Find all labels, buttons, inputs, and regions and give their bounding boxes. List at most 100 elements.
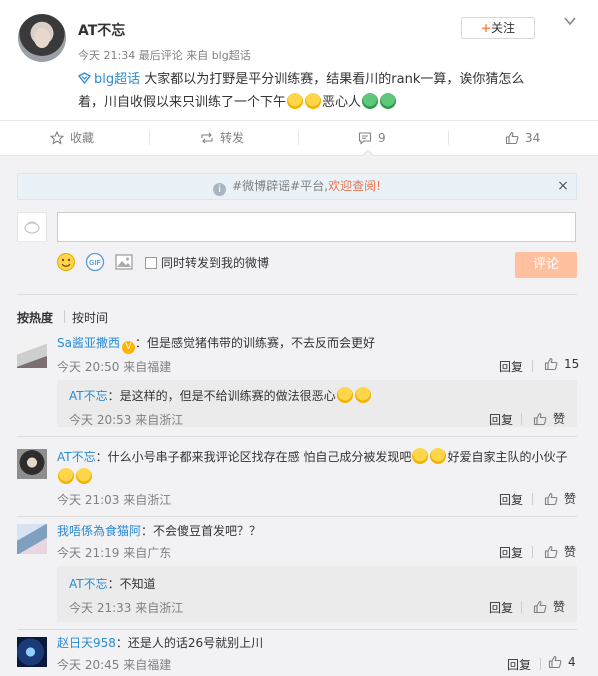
thumbs-up-icon: [548, 655, 562, 669]
crying-emoji-icon: [354, 387, 371, 403]
action-divider: [298, 131, 299, 145]
my-avatar: [17, 212, 47, 242]
replier-name[interactable]: AT不忘: [69, 577, 108, 591]
comment-like-button[interactable]: 15: [544, 357, 579, 371]
comment-text: AT不忘：什么小号串子都来我评论区找存在感 怕自己成分被发现吧 好爱自家主队的小伙…: [57, 447, 572, 487]
comment-body: ：但是感觉猪伟带的训练赛，不去反而会更好: [134, 336, 375, 350]
action-divider: [532, 493, 533, 505]
comment-count: 9: [378, 131, 386, 145]
reply-text: AT不忘：是这样的，但是不给训练赛的做法很恶心: [69, 387, 372, 405]
action-divider: [532, 360, 533, 372]
commenter-avatar[interactable]: [17, 449, 47, 479]
reply-button[interactable]: 回复: [489, 411, 513, 428]
sort-by-time[interactable]: 按时间: [72, 309, 108, 326]
chevron-down-icon[interactable]: [563, 14, 577, 28]
comment-body: ：还是人的话26号就别上川: [115, 636, 264, 650]
thumbs-up-icon: [544, 492, 558, 505]
reply-body: ：不知道: [107, 577, 156, 591]
comment-time: 今天 20:50 来自福建: [57, 360, 172, 374]
commenter-name[interactable]: Sa酱亚撒西: [57, 336, 120, 350]
emoji-icon[interactable]: [56, 252, 76, 272]
commenter-avatar[interactable]: [17, 637, 47, 667]
action-divider: [149, 131, 150, 145]
rumor-notice-bar: i #微博辟谣#平台,欢迎查阅!: [17, 173, 577, 200]
like-label: 赞: [564, 492, 577, 506]
thumbs-up-icon: [505, 131, 519, 145]
favorite-button[interactable]: 收藏: [50, 121, 94, 155]
svg-text:GIF: GIF: [89, 260, 101, 267]
gif-icon[interactable]: GIF: [85, 252, 105, 272]
comment-time: 今天 21:03 来自浙江: [57, 493, 172, 507]
comment-pointer: [362, 150, 374, 156]
like-label: 赞: [564, 545, 577, 559]
post-action-bar: 收藏 转发 9 34: [0, 120, 598, 156]
repost-icon: [201, 132, 213, 144]
comment-input[interactable]: [57, 212, 576, 242]
star-icon: [50, 131, 64, 145]
reply-button[interactable]: 回复: [499, 491, 523, 508]
action-divider: [521, 413, 522, 425]
comment-body-tail: 好爱自家主队的小伙子: [447, 450, 568, 464]
comment-divider: [17, 629, 577, 630]
post-time[interactable]: 今天 21:34: [78, 49, 135, 62]
commenter-avatar[interactable]: [17, 338, 47, 368]
image-icon[interactable]: [114, 252, 134, 272]
notice-link[interactable]: 欢迎查阅!: [328, 179, 381, 193]
notice-text: #微博辟谣#平台,: [232, 179, 329, 193]
plus-icon: +: [480, 21, 492, 35]
crying-emoji-icon: [305, 93, 322, 109]
submit-comment-button[interactable]: 评论: [515, 252, 577, 278]
author-avatar[interactable]: [18, 14, 66, 62]
reply-box: AT不忘：是这样的，但是不给训练赛的做法很恶心 今天 20:53 来自浙江 回复…: [57, 380, 577, 427]
commenter-avatar[interactable]: [17, 524, 47, 554]
replier-name[interactable]: AT不忘: [69, 389, 108, 403]
supertopic-icon: [78, 72, 91, 85]
post-meta: 今天 21:34 最后评论 来自 blg超话: [78, 47, 251, 63]
comment-like-button[interactable]: 赞: [544, 543, 576, 560]
follow-label: 关注: [491, 21, 516, 35]
comment-like-button[interactable]: 赞: [533, 410, 565, 427]
post-edit-label: 最后评论: [138, 49, 183, 62]
crying-emoji-icon: [336, 387, 353, 403]
like-count: 4: [568, 655, 576, 669]
comment-body: ：什么小号串子都来我评论区找存在感 怕自己成分被发现吧: [95, 450, 412, 464]
post-text-line1: 大家都以为打野是平分训练赛，结果看川的rank一算，诶你猜怎么: [144, 72, 525, 87]
reply-button[interactable]: 回复: [499, 358, 523, 375]
comment-icon: [358, 132, 372, 145]
post-source[interactable]: 来自 blg超话: [186, 49, 251, 62]
reply-button[interactable]: 回复: [489, 599, 513, 616]
comment-like-button[interactable]: 赞: [533, 598, 565, 615]
author-name[interactable]: AT不忘: [78, 20, 125, 40]
comment-like-button[interactable]: 4: [548, 655, 576, 669]
close-icon[interactable]: ×: [556, 178, 570, 194]
comment-like-button[interactable]: 赞: [544, 490, 576, 507]
comment-divider: [17, 436, 577, 437]
crying-emoji-icon: [76, 468, 92, 484]
sync-repost-option[interactable]: 同时转发到我的微博: [145, 254, 269, 271]
topic-link[interactable]: blg超话: [78, 72, 140, 87]
like-count: 34: [525, 131, 541, 145]
like-button[interactable]: 34: [505, 121, 540, 155]
sort-by-hot[interactable]: 按热度: [17, 309, 53, 326]
sort-divider: [64, 310, 65, 323]
repost-label: 转发: [220, 131, 245, 145]
follow-button[interactable]: +关注: [461, 17, 535, 39]
commenter-name[interactable]: AT不忘: [57, 450, 96, 464]
thumbs-up-icon: [533, 600, 547, 613]
crying-emoji-icon: [287, 93, 304, 109]
like-label: 赞: [553, 412, 566, 426]
repost-button[interactable]: 转发: [200, 121, 244, 155]
reply-button[interactable]: 回复: [499, 544, 523, 561]
like-label: 赞: [553, 600, 566, 614]
sync-repost-checkbox[interactable]: [145, 256, 157, 269]
commenter-name[interactable]: 赵日天958: [57, 636, 116, 650]
reply-box: AT不忘：不知道 今天 21:33 来自浙江 回复 赞: [57, 566, 577, 622]
comment-divider: [17, 516, 577, 517]
reply-time: 今天 21:33 来自浙江: [69, 601, 184, 615]
reply-button[interactable]: 回复: [507, 656, 531, 673]
section-divider: [17, 294, 577, 295]
vomit-emoji-icon: [362, 93, 379, 109]
action-divider: [521, 601, 522, 613]
action-divider: [448, 131, 449, 145]
commenter-name[interactable]: 我唔係為食猫阿: [57, 524, 141, 538]
